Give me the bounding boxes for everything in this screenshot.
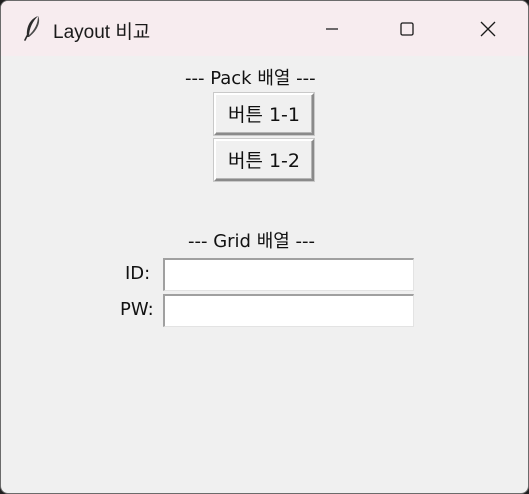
maximize-button[interactable]	[376, 1, 438, 56]
pack-button-1[interactable]: 버튼 1-1	[214, 93, 314, 135]
grid-section-label: --- Grid 배열 ---	[188, 231, 316, 252]
title-bar[interactable]: Layout 비교	[1, 1, 528, 56]
pw-label: PW:	[120, 299, 154, 320]
close-icon	[479, 20, 497, 38]
minimize-button-visible[interactable]	[301, 1, 363, 56]
window-title: Layout 비교	[53, 22, 151, 43]
maximize-icon	[399, 21, 415, 37]
pack-section-label: --- Pack 배열 ---	[185, 68, 316, 89]
pack-button-2[interactable]: 버튼 1-2	[214, 139, 314, 181]
app-window: Layout 비교 --- Pack 배열 --- 버튼 1-1 버튼 1-2 …	[0, 0, 529, 494]
id-input[interactable]	[163, 258, 414, 291]
id-label: ID:	[125, 263, 151, 284]
close-button[interactable]	[457, 1, 519, 56]
feather-icon	[23, 15, 43, 41]
minimize-icon	[324, 21, 340, 37]
content-area: --- Pack 배열 --- 버튼 1-1 버튼 1-2 --- Grid 배…	[1, 56, 528, 493]
pw-input[interactable]	[163, 294, 414, 327]
